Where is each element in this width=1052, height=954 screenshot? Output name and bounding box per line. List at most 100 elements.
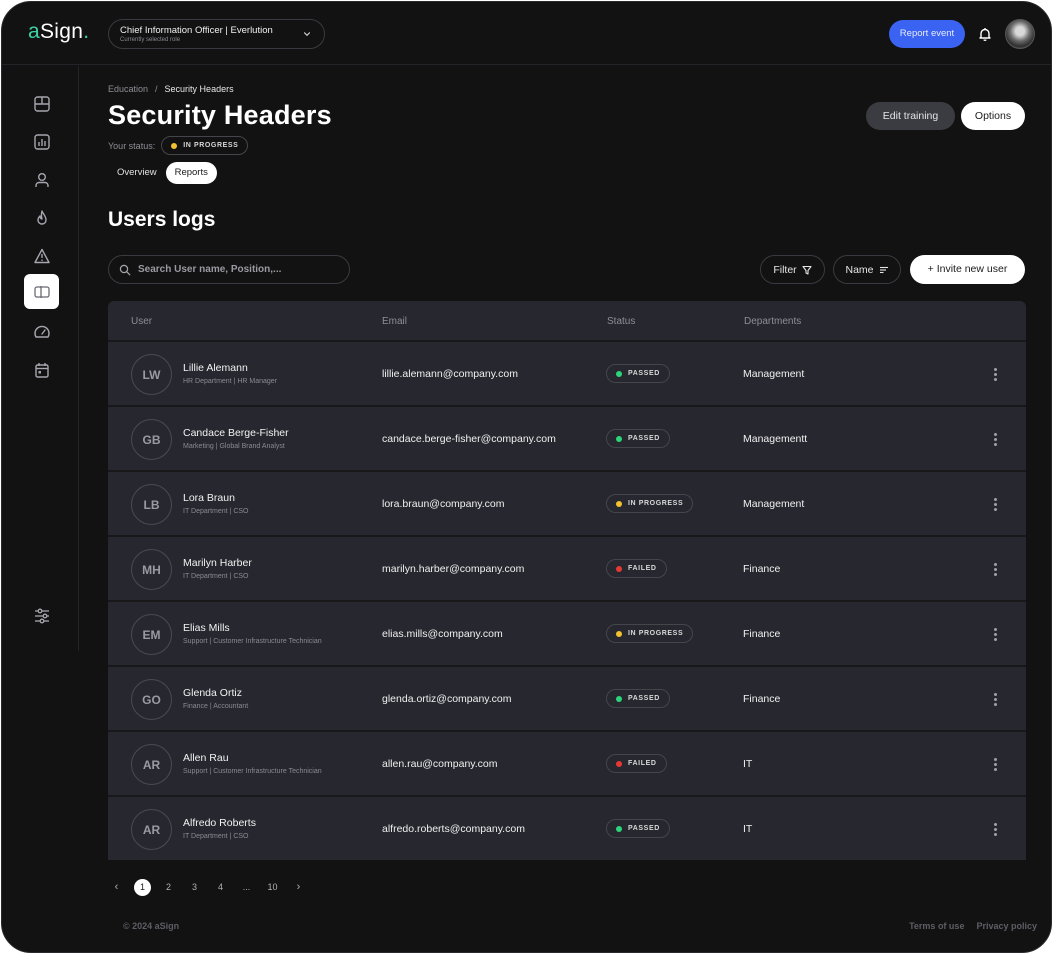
user-name[interactable]: Glenda Ortiz: [183, 687, 242, 699]
tab-overview[interactable]: Overview: [108, 162, 166, 184]
user-role: HR Department | HR Manager: [183, 378, 278, 385]
breadcrumb-current: Security Headers: [164, 84, 234, 94]
chevron-down-icon: [303, 32, 311, 37]
user-name[interactable]: Allen Rau: [183, 752, 229, 764]
avatar-initials: LW: [131, 354, 172, 395]
tab-reports[interactable]: Reports: [165, 162, 217, 184]
invite-user-button[interactable]: + Invite new user: [910, 255, 1025, 284]
sidebar-item-users[interactable]: [24, 162, 59, 197]
table-row[interactable]: LB Lora Braun IT Department | CSO lora.brau…: [108, 472, 1026, 537]
logo-accent: a: [28, 20, 40, 43]
role-selector[interactable]: Chief Information Officer | Everlution C…: [108, 19, 325, 49]
privacy-link[interactable]: Privacy policy: [976, 921, 1037, 931]
user-name[interactable]: Lora Braun: [183, 492, 235, 504]
sidebar-item-dashboard[interactable]: [24, 86, 59, 121]
more-options-icon[interactable]: [988, 819, 1002, 839]
filter-label: Filter: [773, 263, 797, 276]
user-role: IT Department | CSO: [183, 833, 249, 840]
more-options-icon[interactable]: [988, 624, 1002, 644]
page-4[interactable]: 4: [212, 879, 229, 896]
calendar-icon: [34, 362, 49, 378]
page-10[interactable]: 10: [264, 879, 281, 896]
user-email: lora.braun@company.com: [382, 498, 505, 510]
user-department: IT: [743, 758, 753, 770]
sidebar-item-performance[interactable]: [24, 314, 59, 349]
more-options-icon[interactable]: [988, 689, 1002, 709]
bell-icon[interactable]: [977, 26, 993, 42]
bar-chart-icon: [33, 133, 50, 150]
page-2[interactable]: 2: [160, 879, 177, 896]
user-avatar[interactable]: [1005, 19, 1035, 49]
user-email: allen.rau@company.com: [382, 758, 498, 770]
status-text: FAILED: [628, 565, 657, 572]
role-subtitle: Currently selected role: [120, 37, 181, 43]
user-role: IT Department | CSO: [183, 573, 249, 580]
breadcrumb-education[interactable]: Education: [108, 84, 148, 94]
user-email: candace.berge-fisher@company.com: [382, 433, 556, 445]
more-options-icon[interactable]: [988, 559, 1002, 579]
breadcrumb-separator: /: [155, 84, 158, 94]
sort-button[interactable]: Name: [833, 255, 901, 284]
status-text: FAILED: [628, 760, 657, 767]
layout-icon: [33, 95, 50, 112]
sidebar-item-analytics[interactable]: [24, 124, 59, 159]
user-icon: [34, 172, 49, 187]
status-badge: FAILED: [606, 559, 667, 578]
options-button[interactable]: Options: [961, 102, 1025, 130]
column-header-email[interactable]: Email: [382, 316, 407, 327]
more-options-icon[interactable]: [988, 754, 1002, 774]
user-name[interactable]: Elias Mills: [183, 622, 230, 634]
user-email: alfredo.roberts@company.com: [382, 823, 525, 835]
status-dot: [616, 825, 622, 832]
flame-icon: [36, 209, 47, 225]
search-input[interactable]: [138, 264, 338, 275]
column-header-user[interactable]: User: [131, 316, 152, 327]
status-badge: PASSED: [606, 429, 670, 448]
status-text: PASSED: [628, 370, 660, 377]
user-name[interactable]: Alfredo Roberts: [183, 817, 256, 829]
more-options-icon[interactable]: [988, 364, 1002, 384]
edit-training-button[interactable]: Edit training: [866, 102, 955, 130]
sidebar-item-threats[interactable]: [24, 200, 59, 235]
sidebar-item-education[interactable]: [24, 274, 59, 309]
more-options-icon[interactable]: [988, 429, 1002, 449]
status-dot: [171, 142, 178, 149]
terms-link[interactable]: Terms of use: [909, 921, 964, 931]
sidebar-item-calendar[interactable]: [24, 352, 59, 387]
logo[interactable]: aSign.: [28, 20, 89, 44]
page-3[interactable]: 3: [186, 879, 203, 896]
section-title: Users logs: [108, 208, 216, 231]
user-name[interactable]: Marilyn Harber: [183, 557, 252, 569]
user-role: Finance | Accountant: [183, 703, 249, 710]
status-badge: IN PROGRESS: [606, 624, 694, 643]
table-row[interactable]: GO Glenda Ortiz Finance | Accountant glenda…: [108, 667, 1026, 732]
status-text: PASSED: [628, 695, 660, 702]
user-department: Management: [743, 498, 805, 510]
column-header-status[interactable]: Status: [607, 316, 635, 327]
page-ellipsis: ...: [242, 882, 251, 892]
pagination-next[interactable]: ›: [290, 879, 307, 896]
table-row[interactable]: GB Candace Berge-Fisher Marketing | Global…: [108, 407, 1026, 472]
page-1[interactable]: 1: [134, 879, 151, 896]
table-row[interactable]: AR Allen Rau Support | Customer Infrastruc…: [108, 732, 1026, 797]
status-text: IN PROGRESS: [183, 142, 239, 149]
sidebar-item-alerts[interactable]: [24, 238, 59, 273]
report-event-button[interactable]: Report event: [889, 20, 965, 48]
avatar-initials: AR: [131, 744, 172, 785]
table-row[interactable]: AR Alfredo Roberts IT Department | CSO alfr…: [108, 797, 1026, 860]
table-row[interactable]: LW Lillie Alemann HR Department | HR Manag…: [108, 342, 1026, 407]
sort-label: Name: [845, 263, 874, 276]
sidebar-settings[interactable]: [24, 598, 59, 633]
column-header-departments[interactable]: Departments: [744, 316, 801, 327]
status-row: Your status: IN PROGRESS: [108, 136, 249, 155]
user-email: elias.mills@company.com: [382, 628, 503, 640]
table-row[interactable]: MH Marilyn Harber IT Department | CSO maril…: [108, 537, 1026, 602]
filter-button[interactable]: Filter: [760, 255, 825, 284]
more-options-icon[interactable]: [988, 494, 1002, 514]
table-row[interactable]: EM Elias Mills Support | Customer Infrastr…: [108, 602, 1026, 667]
status-dot: [616, 500, 622, 507]
pagination-prev[interactable]: ‹: [108, 879, 125, 896]
search-field[interactable]: [108, 255, 350, 284]
user-name[interactable]: Candace Berge-Fisher: [183, 427, 289, 439]
user-name[interactable]: Lillie Alemann: [183, 362, 248, 374]
